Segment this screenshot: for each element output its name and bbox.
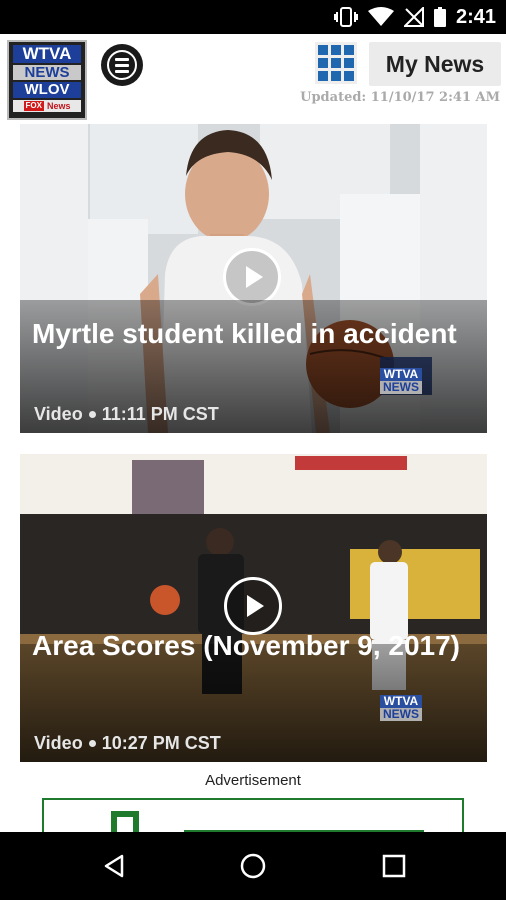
status-icons: 2:41 xyxy=(333,0,496,34)
recents-button[interactable] xyxy=(376,848,412,884)
play-button[interactable] xyxy=(223,248,281,306)
story-type: Video xyxy=(34,733,83,753)
story-card[interactable]: Myrtle student killed in accident Video … xyxy=(20,124,487,433)
wifi-icon xyxy=(367,7,394,26)
battery-icon xyxy=(433,7,446,27)
grid-view-button[interactable] xyxy=(315,42,357,84)
menu-button[interactable] xyxy=(101,44,143,86)
wtva-watermark: WTVA NEWS xyxy=(380,368,422,394)
story-card[interactable]: Area Scores (November 9, 2017) Video 10:… xyxy=(20,454,487,762)
status-bar: 2:41 xyxy=(0,0,506,34)
story-meta: Video 11:11 PM CST xyxy=(34,404,219,425)
separator-dot xyxy=(88,411,96,418)
logo-line-1: WTVA xyxy=(13,45,81,63)
logo-line-4: FOX News xyxy=(13,100,81,112)
story-time: 10:27 PM CST xyxy=(101,733,221,753)
grid-icon xyxy=(318,45,328,55)
story-headline[interactable]: Area Scores (November 9, 2017) xyxy=(32,628,467,664)
app-header: WTVA NEWS WLOV FOX News My News Updated:… xyxy=(0,34,506,124)
navigation-bar xyxy=(0,832,506,900)
no-signal-icon xyxy=(403,7,424,27)
recents-icon xyxy=(382,854,406,878)
back-icon xyxy=(104,854,124,878)
play-icon xyxy=(247,595,264,617)
play-button[interactable] xyxy=(224,577,282,635)
story-headline[interactable]: Myrtle student killed in accident xyxy=(32,316,467,352)
logo-line-3: WLOV xyxy=(13,82,81,98)
logo-fox: FOX xyxy=(23,101,44,111)
story-meta: Video 10:27 PM CST xyxy=(34,733,221,754)
vibrate-icon xyxy=(333,7,358,27)
story-type: Video xyxy=(34,404,83,424)
separator-dot xyxy=(88,740,96,747)
ad-graphic xyxy=(111,811,424,832)
story-time: 11:11 PM CST xyxy=(101,404,219,424)
my-news-button[interactable]: My News xyxy=(369,42,501,86)
advertisement-label: Advertisement xyxy=(205,772,301,789)
back-button[interactable] xyxy=(96,848,132,884)
logo-line-2: NEWS xyxy=(13,65,81,80)
station-logo[interactable]: WTVA NEWS WLOV FOX News xyxy=(7,40,87,120)
hamburger-icon xyxy=(107,50,137,80)
play-icon xyxy=(246,266,263,288)
status-time: 2:41 xyxy=(455,5,496,28)
advertisement-banner[interactable] xyxy=(42,798,464,832)
home-button[interactable] xyxy=(235,848,271,884)
logo-news: News xyxy=(46,101,71,111)
wtva-watermark: WTVA NEWS xyxy=(380,695,422,721)
updated-timestamp: Updated: 11/10/17 2:41 AM xyxy=(300,90,500,105)
home-icon xyxy=(240,853,266,879)
